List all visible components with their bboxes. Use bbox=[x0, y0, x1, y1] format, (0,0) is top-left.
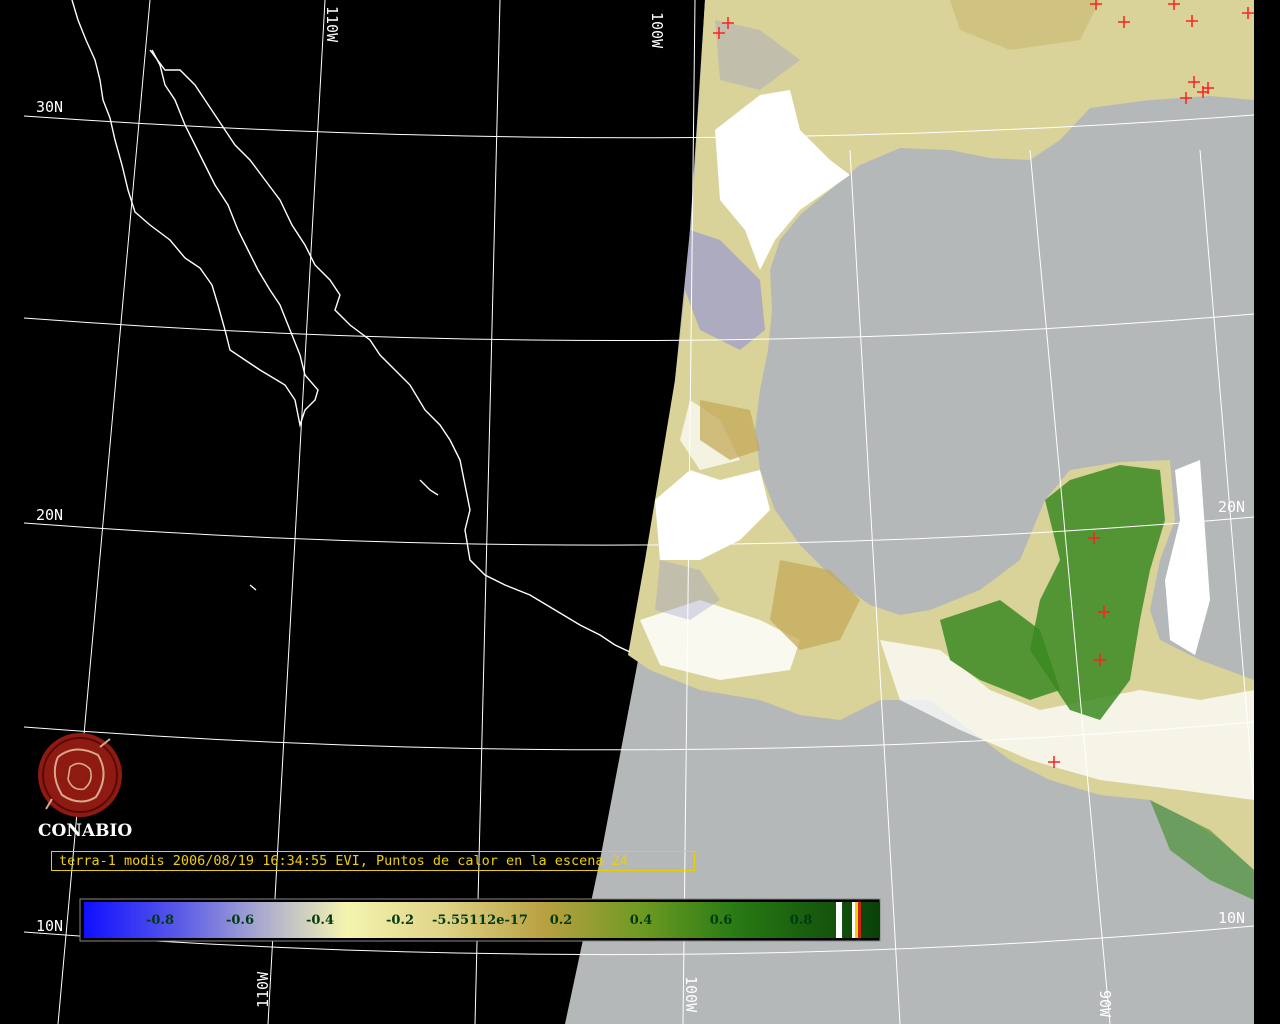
colorbar-tick-label: -0.6 bbox=[226, 913, 254, 928]
colorbar: -0.8 -0.6 -0.4 -0.2 -5.55112e-17 0.2 0.4 0.6 0.8 bbox=[79, 898, 881, 942]
right-edge-strip bbox=[1254, 0, 1280, 1024]
lat-label-10n-right: 10N bbox=[1218, 909, 1245, 927]
conabio-logo-text: CONABIO bbox=[38, 821, 133, 841]
colorbar-tick-label: 0.6 bbox=[710, 913, 733, 928]
colorbar-swatch-white bbox=[852, 902, 855, 938]
colorbar-tick-label: -0.2 bbox=[386, 913, 414, 928]
lon-label-100w-top: 100W bbox=[648, 12, 666, 49]
colorbar-swatch-red bbox=[858, 902, 861, 938]
conabio-seal-icon bbox=[38, 733, 122, 817]
colorbar-tick-label: 0.4 bbox=[630, 913, 653, 928]
colorbar-tick-label: 0.8 bbox=[790, 913, 813, 928]
lat-label-10n-left: 10N bbox=[36, 917, 63, 935]
colorbar-tick-label: -5.55112e-17 bbox=[432, 913, 528, 928]
lon-label-110w-bottom: 110W bbox=[254, 971, 272, 1008]
colorbar-ticks: -0.8 -0.6 -0.4 -0.2 -5.55112e-17 0.2 0.4 0.6 0.8 bbox=[146, 913, 812, 928]
colorbar-tick-label: -0.8 bbox=[146, 913, 174, 928]
colorbar-tick-label: 0.2 bbox=[550, 913, 573, 928]
lat-label-30n: 30N bbox=[36, 98, 63, 116]
scene-caption: terra-1 modis 2006/08/19 16:34:55 EVI, P… bbox=[51, 851, 695, 871]
lon-label-110w-top: 110W bbox=[323, 6, 341, 43]
lat-label-20n-right: 20N bbox=[1218, 498, 1245, 516]
colorbar-tick-label: -0.4 bbox=[306, 913, 334, 928]
colorbar-cloud-swatch bbox=[836, 902, 842, 938]
lon-label-100w-bottom: 100W bbox=[682, 976, 700, 1013]
lon-label-90w-bottom: 90W bbox=[1096, 990, 1114, 1018]
colorbar-swatch-yellow bbox=[855, 902, 858, 938]
lat-label-20n-left: 20N bbox=[36, 506, 63, 524]
